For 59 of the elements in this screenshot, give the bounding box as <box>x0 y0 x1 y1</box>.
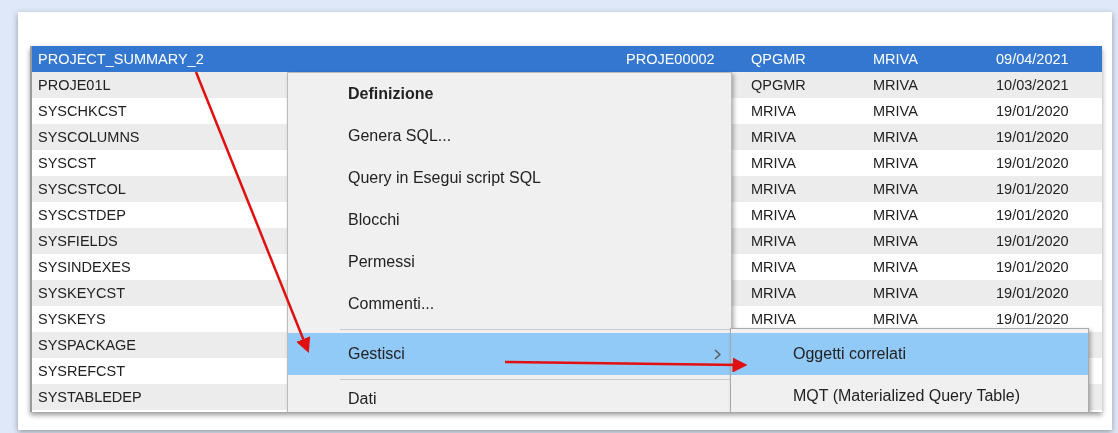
table-cell: SYSFIELDS <box>38 233 118 249</box>
table-cell: MRIVA <box>751 311 796 327</box>
table-cell: 09/04/2021 <box>996 51 1069 67</box>
table-cell: SYSTABLEDEP <box>38 389 142 405</box>
menu-item[interactable]: Gestisci <box>288 333 731 375</box>
menu-item[interactable]: Query in Esegui script SQL <box>348 169 541 187</box>
table-cell: MRIVA <box>751 181 796 197</box>
table-cell: MRIVA <box>873 259 918 275</box>
table-cell: 19/01/2020 <box>996 129 1069 145</box>
table-cell: 19/01/2020 <box>996 285 1069 301</box>
table-cell: MRIVA <box>873 233 918 249</box>
chevron-icon <box>714 348 721 360</box>
table-cell: 19/01/2020 <box>996 103 1069 119</box>
table-cell: MRIVA <box>873 51 918 67</box>
table-cell: SYSKEYS <box>38 311 106 327</box>
table-cell: MRIVA <box>873 103 918 119</box>
table-cell: MRIVA <box>751 285 796 301</box>
menu-item[interactable]: Definizione <box>348 85 434 103</box>
table-cell: MRIVA <box>751 233 796 249</box>
table-cell: MRIVA <box>751 259 796 275</box>
menu-item[interactable]: Dati <box>348 390 377 408</box>
table-cell: PROJE00002 <box>626 51 715 67</box>
table-cell: MRIVA <box>751 103 796 119</box>
menu-item[interactable]: Commenti... <box>348 295 435 313</box>
menu-item[interactable]: Genera SQL... <box>348 127 452 145</box>
table-cell: QPGMR <box>751 51 806 67</box>
table-cell: PROJE01L <box>38 77 111 93</box>
table-cell: 10/03/2021 <box>996 77 1069 93</box>
table-cell: SYSREFCST <box>38 363 125 379</box>
table-cell: SYSINDEXES <box>38 259 131 275</box>
menu-item[interactable]: Oggetti correlati <box>731 333 1088 375</box>
table-cell: 19/01/2020 <box>996 311 1069 327</box>
table-cell: 19/01/2020 <box>996 155 1069 171</box>
table-cell: SYSCSTCOL <box>38 181 126 197</box>
table-cell: MRIVA <box>873 285 918 301</box>
table-cell: 19/01/2020 <box>996 233 1069 249</box>
table-cell: MRIVA <box>873 311 918 327</box>
table-cell: 19/01/2020 <box>996 181 1069 197</box>
table-cell: MRIVA <box>873 155 918 171</box>
table-cell: MRIVA <box>751 207 796 223</box>
table-cell: SYSKEYCST <box>38 285 126 301</box>
table-cell: MRIVA <box>873 181 918 197</box>
table-cell: 19/01/2020 <box>996 207 1069 223</box>
table-cell: 19/01/2020 <box>996 259 1069 275</box>
table-cell: MRIVA <box>751 155 796 171</box>
table-cell: SYSCHKCST <box>38 103 127 119</box>
menu-item[interactable]: Blocchi <box>348 211 400 229</box>
table-cell: SYSCST <box>38 155 96 171</box>
table-cell: MRIVA <box>873 129 918 145</box>
table-cell: MRIVA <box>751 129 796 145</box>
table-cell: SYSPACKAGE <box>38 337 137 353</box>
menu-item[interactable]: MQT (Materialized Query Table) <box>731 375 1088 412</box>
table-cell: QPGMR <box>751 77 806 93</box>
table-cell: PROJECT_SUMMARY_2 <box>38 51 204 67</box>
menu-item[interactable]: Permessi <box>348 253 415 271</box>
table-cell: SYSCSTDEP <box>38 207 126 223</box>
table-cell: MRIVA <box>873 77 918 93</box>
table-cell: SYSCOLUMNS <box>38 129 140 145</box>
table-cell: MRIVA <box>873 207 918 223</box>
